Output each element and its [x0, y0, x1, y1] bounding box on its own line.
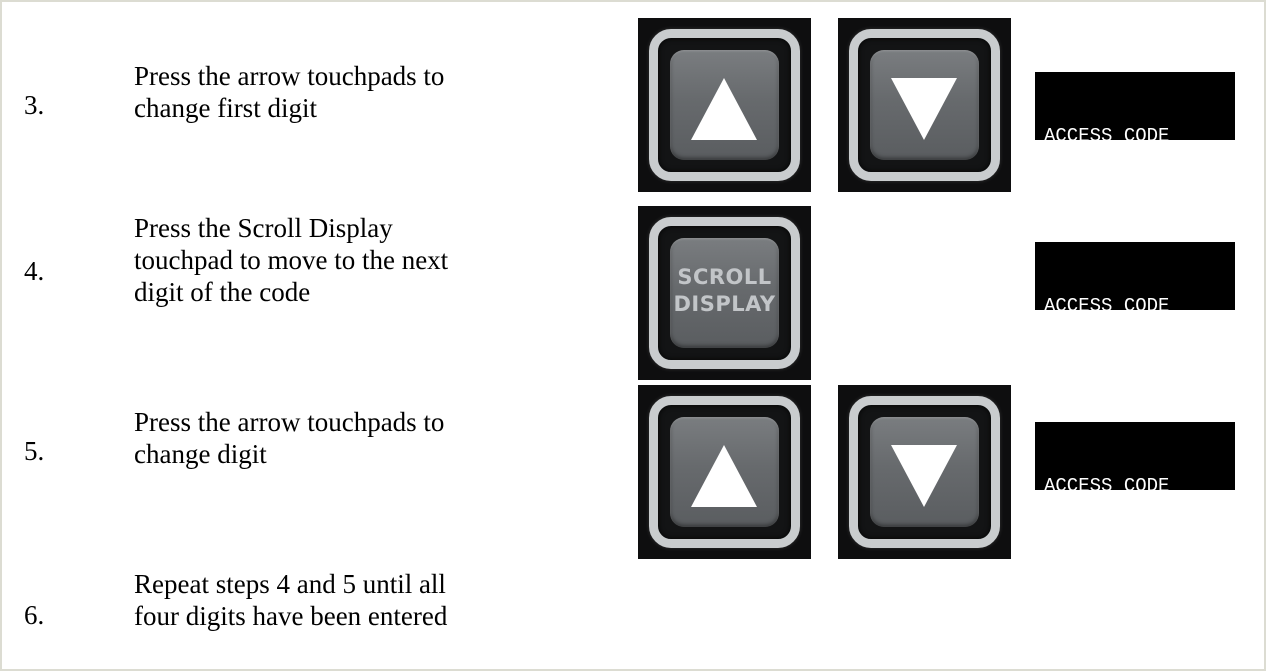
scroll-label-line-1: SCROLL	[677, 265, 772, 289]
up-arrow-touchpad[interactable]	[638, 18, 811, 192]
scroll-label-line-2: DISPLAY	[673, 292, 776, 316]
down-arrow-icon	[891, 445, 957, 507]
display-line-1: ACCESS CODE	[1044, 125, 1170, 147]
step-instruction: Press the arrow touchpads to change firs…	[134, 60, 614, 124]
instruction-table: 3. Press the arrow touchpads to change f…	[0, 0, 1266, 671]
instruction-line: Press the arrow touchpads to	[134, 407, 445, 437]
access-code-display: ACCESS CODE X0XX	[1035, 242, 1235, 383]
display-line-1: ACCESS CODE	[1044, 295, 1170, 317]
display-line-2: X0XX	[1044, 541, 1090, 563]
step-number: 5.	[24, 436, 45, 466]
instruction-line: Repeat steps 4 and 5 until all	[134, 569, 446, 599]
instruction-line: Press the arrow touchpads to	[134, 61, 445, 91]
step-instruction: Repeat steps 4 and 5 until all four digi…	[134, 568, 614, 632]
instruction-line: Press the Scroll Display	[134, 213, 393, 243]
display-line-2: X0XX	[1044, 361, 1090, 383]
instruction-line: digit of the code	[134, 277, 311, 307]
scroll-display-touchpad[interactable]: SCROLL DISPLAY	[638, 206, 811, 380]
step-number: 6.	[24, 600, 45, 630]
down-arrow-touchpad[interactable]	[838, 385, 1011, 559]
display-line-2: 0XXX	[1044, 191, 1090, 213]
instruction-line: change first digit	[134, 93, 317, 123]
step-instruction: Press the arrow touchpads to change digi…	[134, 406, 614, 470]
instruction-line: change digit	[134, 439, 267, 469]
up-arrow-icon	[691, 445, 757, 507]
instruction-line: four digits have been entered	[134, 601, 448, 631]
access-code-display: ACCESS CODE X0XX	[1035, 422, 1235, 563]
step-number: 4.	[24, 256, 45, 286]
up-arrow-touchpad[interactable]	[638, 385, 811, 559]
down-arrow-touchpad[interactable]	[838, 18, 1011, 192]
scroll-display-icon: SCROLL DISPLAY	[638, 264, 811, 318]
down-arrow-icon	[891, 78, 957, 140]
display-line-1: ACCESS CODE	[1044, 475, 1170, 497]
up-arrow-icon	[691, 78, 757, 140]
step-number: 3.	[24, 90, 45, 120]
access-code-display: ACCESS CODE 0XXX	[1035, 72, 1235, 213]
instruction-line: touchpad to move to the next	[134, 245, 449, 275]
step-instruction: Press the Scroll Display touchpad to mov…	[134, 212, 614, 308]
